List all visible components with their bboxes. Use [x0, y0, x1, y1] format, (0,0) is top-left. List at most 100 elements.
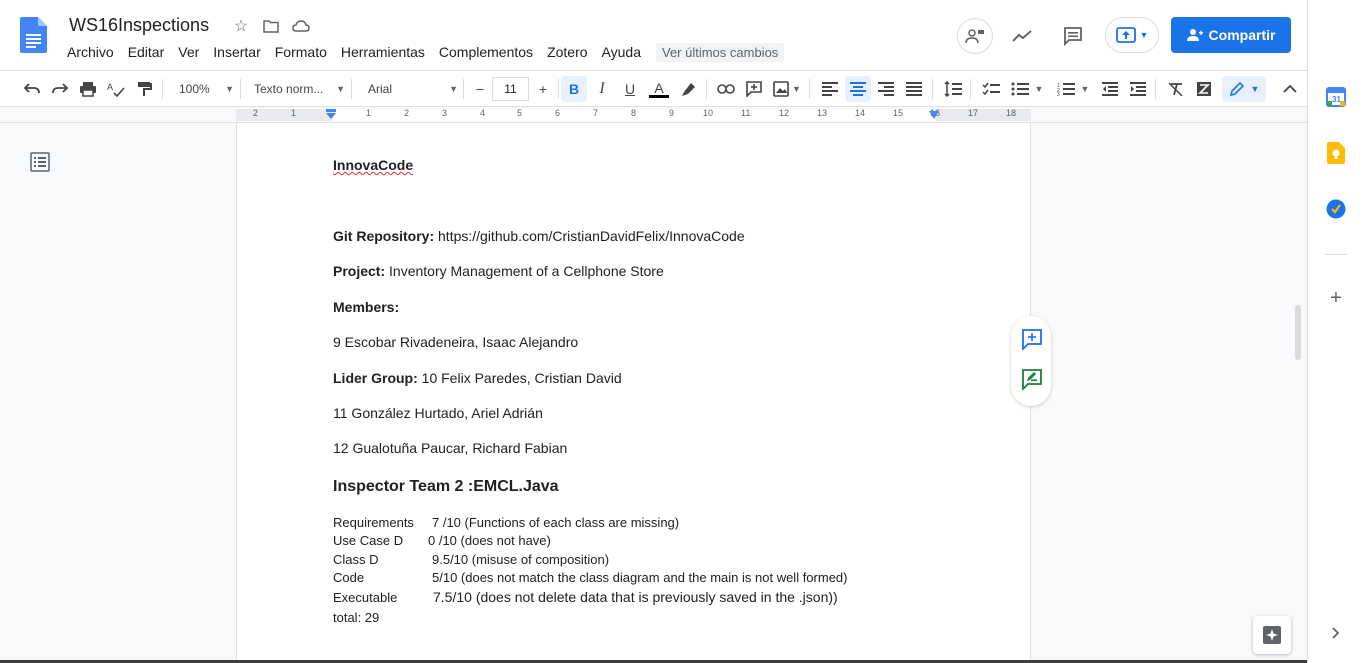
member-item: 12 Gualotuña Paucar, Richard Fabian [333, 440, 568, 456]
vertical-scrollbar[interactable] [1295, 305, 1301, 360]
text-color-icon[interactable]: A [646, 76, 672, 102]
document-outline-icon[interactable] [30, 152, 50, 172]
font-size-input[interactable]: 11 [492, 77, 529, 101]
link-icon[interactable] [713, 76, 739, 102]
ruler-tick: 2 [404, 108, 410, 118]
left-indent-marker-icon[interactable] [325, 109, 337, 119]
ruler-tick: 17 [968, 108, 979, 118]
spellcheck-icon[interactable]: A [103, 76, 129, 102]
underline-icon[interactable]: U [617, 76, 643, 102]
insert-image-icon[interactable]: ▼ [770, 76, 804, 102]
members-label: Members: [333, 299, 400, 315]
print-icon[interactable] [75, 76, 101, 102]
menu-ver[interactable]: Ver [171, 42, 206, 62]
explore-button[interactable] [1253, 616, 1291, 654]
star-icon[interactable]: ☆ [231, 16, 251, 36]
google-docs-window: WS16Inspections ☆ Archivo Editar Ver Ins… [0, 0, 1363, 663]
zoom-value: 100% [179, 82, 210, 96]
score-label: Executable [333, 590, 398, 605]
increase-font-size-icon[interactable]: + [530, 76, 556, 102]
title-icons: ☆ [231, 16, 311, 36]
ruler-tick: 6 [555, 108, 561, 118]
increase-indent-icon[interactable] [1125, 76, 1151, 102]
leader-label: Lider Group: [333, 370, 418, 386]
editing-mode-select[interactable]: ▼ [1222, 76, 1266, 102]
comments-icon[interactable] [1055, 18, 1091, 54]
numbered-list-icon[interactable]: 123 ▼ [1053, 76, 1093, 102]
svg-text:31: 31 [1332, 95, 1341, 104]
score-label: Requirements [333, 515, 414, 530]
keep-icon[interactable] [1325, 142, 1347, 164]
menu-archivo[interactable]: Archivo [60, 42, 121, 62]
inspector-heading: Inspector Team 2 :EMCL.Java [333, 478, 559, 495]
undo-icon[interactable] [19, 76, 45, 102]
style-select[interactable]: Texto norm... ▼ [247, 76, 345, 102]
paint-format-icon[interactable] [131, 76, 157, 102]
ruler-tick: 5 [517, 108, 523, 118]
explore-icon [1263, 626, 1281, 644]
decrease-indent-icon[interactable] [1097, 76, 1123, 102]
style-value: Texto norm... [254, 82, 324, 96]
ruler-tick: 13 [817, 108, 828, 118]
redo-icon[interactable] [47, 76, 73, 102]
menu-zotero[interactable]: Zotero [540, 42, 594, 62]
highlight-color-icon[interactable] [676, 76, 702, 102]
move-folder-icon[interactable] [261, 16, 281, 36]
document-title[interactable]: WS16Inspections [69, 15, 209, 36]
add-comment-icon[interactable] [1021, 328, 1043, 350]
menu-ayuda[interactable]: Ayuda [595, 42, 648, 62]
menu-formato[interactable]: Formato [268, 42, 334, 62]
cloud-saved-icon[interactable] [291, 16, 311, 36]
zoom-select[interactable]: 100% ▼ [172, 76, 234, 102]
present-button[interactable]: ▼ [1105, 17, 1159, 53]
docs-logo-icon[interactable] [20, 17, 47, 53]
person-add-icon [1186, 29, 1203, 41]
score-value: 0 /10 (does not have) [428, 533, 551, 548]
expand-panel-chevron-icon[interactable] [1325, 622, 1347, 644]
document-page[interactable]: InnovaCode Git Repository: https://githu… [236, 123, 1031, 663]
ruler-tick: 4 [480, 108, 486, 118]
italic-icon[interactable]: I [589, 76, 615, 102]
align-center-icon[interactable] [845, 76, 871, 102]
menu-herramientas[interactable]: Herramientas [334, 42, 432, 62]
ruler-tick: 9 [669, 108, 675, 118]
ruler-tick: 1 [291, 108, 297, 118]
zotero-icon[interactable] [1191, 76, 1217, 102]
score-row: Class D 9.5/10 (misuse of composition) [333, 552, 609, 567]
line-spacing-icon[interactable] [940, 76, 966, 102]
suggest-edits-icon[interactable] [1021, 368, 1043, 390]
collapse-menus-icon[interactable] [1277, 76, 1303, 102]
font-value: Arial [368, 82, 393, 96]
decrease-font-size-icon[interactable]: − [467, 76, 493, 102]
align-left-icon[interactable] [817, 76, 843, 102]
present-icon [1115, 27, 1136, 43]
ruler-tick: 18 [1006, 108, 1017, 118]
menu-editar[interactable]: Editar [121, 42, 172, 62]
ruler[interactable]: 2 1 1 2 3 4 5 6 7 8 9 10 11 12 13 14 15 … [0, 107, 1307, 123]
menu-complementos[interactable]: Complementos [432, 42, 540, 62]
activity-trend-icon[interactable] [1004, 18, 1040, 54]
bold-icon[interactable]: B [561, 76, 587, 102]
ruler-tick: 12 [779, 108, 790, 118]
clear-formatting-icon[interactable] [1163, 76, 1189, 102]
tasks-icon[interactable] [1325, 198, 1347, 220]
git-repository-line: Git Repository: https://github.com/Crist… [333, 228, 745, 244]
doc-title-text: InnovaCode [333, 157, 414, 173]
share-button[interactable]: Compartir [1171, 17, 1291, 53]
font-select[interactable]: Arial ▼ [360, 76, 458, 102]
chevron-down-icon: ▼ [1139, 30, 1149, 40]
align-justify-icon[interactable] [901, 76, 927, 102]
member-item: 9 Escobar Rivadeneira, Isaac Alejandro [333, 334, 579, 350]
align-right-icon[interactable] [873, 76, 899, 102]
bulleted-list-icon[interactable]: ▼ [1007, 76, 1047, 102]
checklist-icon[interactable] [978, 76, 1004, 102]
calendar-icon[interactable]: 31 [1325, 86, 1347, 108]
right-indent-marker-icon[interactable] [929, 111, 939, 119]
add-comment-icon[interactable] [741, 76, 767, 102]
toolbar: A 100% ▼ Texto norm... ▼ Arial ▼ − 11 + B I… [0, 70, 1307, 107]
last-edit-link[interactable]: Ver últimos cambios [655, 42, 785, 62]
meet-call-icon[interactable] [957, 18, 993, 54]
score-row: Requirements 7 /10 (Functions of each cla… [333, 515, 679, 530]
add-addon-icon[interactable]: + [1325, 287, 1347, 309]
menu-insertar[interactable]: Insertar [206, 42, 267, 62]
